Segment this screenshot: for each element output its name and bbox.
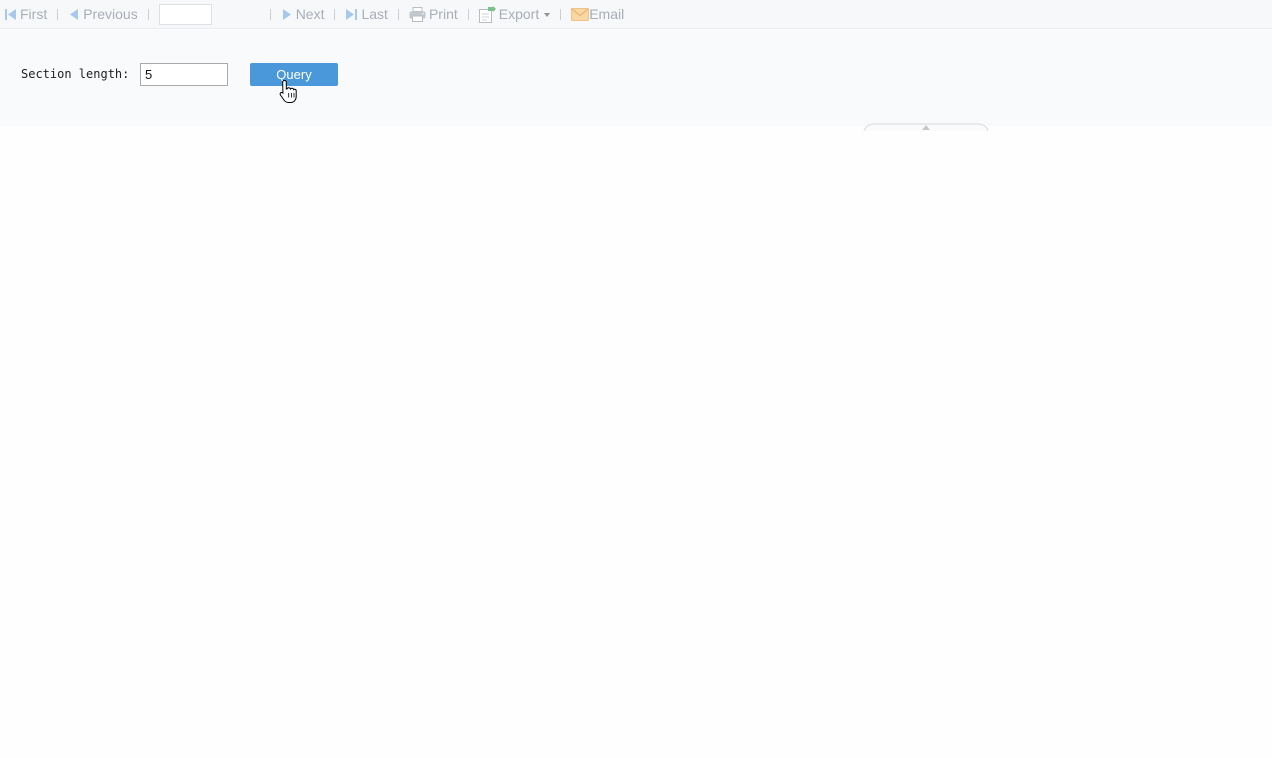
toolbar-separator bbox=[57, 8, 59, 20]
toolbar-separator bbox=[397, 8, 399, 20]
chevron-up-icon bbox=[863, 123, 989, 132]
report-toolbar: First Previous Next Last Print Export Em… bbox=[0, 0, 1272, 29]
toolbar-separator bbox=[467, 8, 469, 20]
first-page-label: First bbox=[20, 6, 48, 22]
export-label: Export bbox=[498, 6, 540, 22]
next-page-icon bbox=[282, 8, 291, 20]
section-length-input[interactable] bbox=[140, 63, 228, 86]
toolbar-separator bbox=[334, 8, 336, 20]
print-label: Print bbox=[428, 6, 458, 22]
print-button[interactable]: Print bbox=[409, 3, 458, 25]
last-page-button[interactable]: Last bbox=[345, 3, 388, 25]
section-length-label: Section length: bbox=[21, 67, 130, 81]
previous-page-icon bbox=[70, 8, 79, 20]
chevron-down-icon bbox=[544, 13, 551, 17]
export-icon bbox=[478, 5, 496, 23]
next-page-button[interactable]: Next bbox=[281, 3, 325, 25]
toolbar-separator bbox=[269, 8, 271, 20]
toolbar-separator bbox=[147, 8, 149, 20]
printer-icon bbox=[409, 6, 426, 22]
previous-page-label: Previous bbox=[83, 6, 138, 22]
toolbar-separator bbox=[560, 8, 562, 20]
email-button[interactable]: Email bbox=[571, 3, 624, 25]
envelope-icon bbox=[571, 7, 590, 21]
collapse-panel-handle[interactable] bbox=[863, 118, 989, 132]
email-label: Email bbox=[589, 6, 625, 22]
first-page-icon bbox=[5, 8, 16, 20]
last-page-icon bbox=[346, 8, 358, 20]
parameter-panel: Section length: Query bbox=[0, 30, 1272, 132]
first-page-button[interactable]: First bbox=[4, 3, 47, 25]
query-button[interactable]: Query bbox=[250, 63, 338, 86]
export-button[interactable]: Export bbox=[478, 3, 551, 25]
previous-page-button[interactable]: Previous bbox=[68, 3, 138, 25]
next-page-label: Next bbox=[295, 6, 325, 22]
last-page-label: Last bbox=[361, 6, 388, 22]
page-number-input[interactable] bbox=[158, 3, 212, 25]
